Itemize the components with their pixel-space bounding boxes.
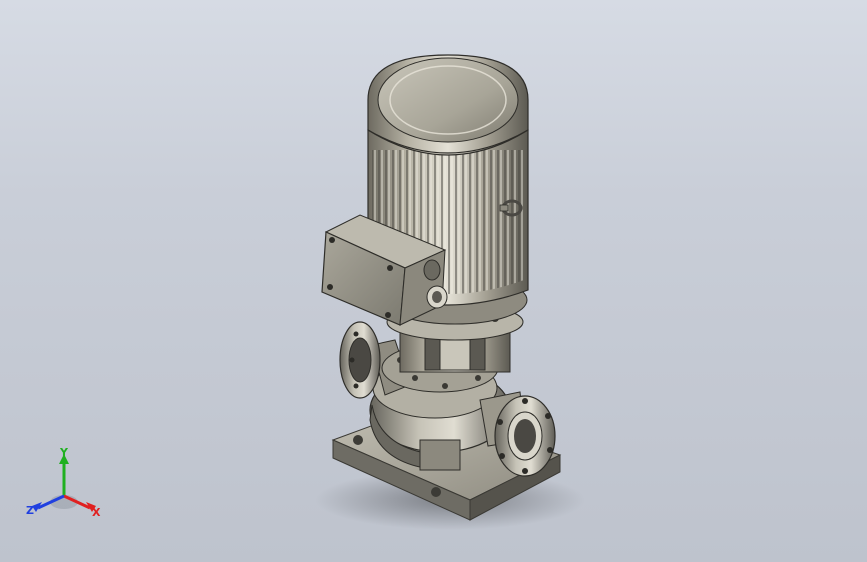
- x-axis-label: X: [92, 506, 101, 519]
- pump-model[interactable]: [0, 0, 867, 562]
- z-axis-label: Z: [26, 504, 34, 517]
- motor-fan-cover: [367, 54, 529, 156]
- y-axis-label: Y: [59, 446, 69, 459]
- view-orientation-triad[interactable]: Y X Z: [22, 446, 106, 530]
- graphics-viewport[interactable]: Y X Z: [0, 0, 867, 562]
